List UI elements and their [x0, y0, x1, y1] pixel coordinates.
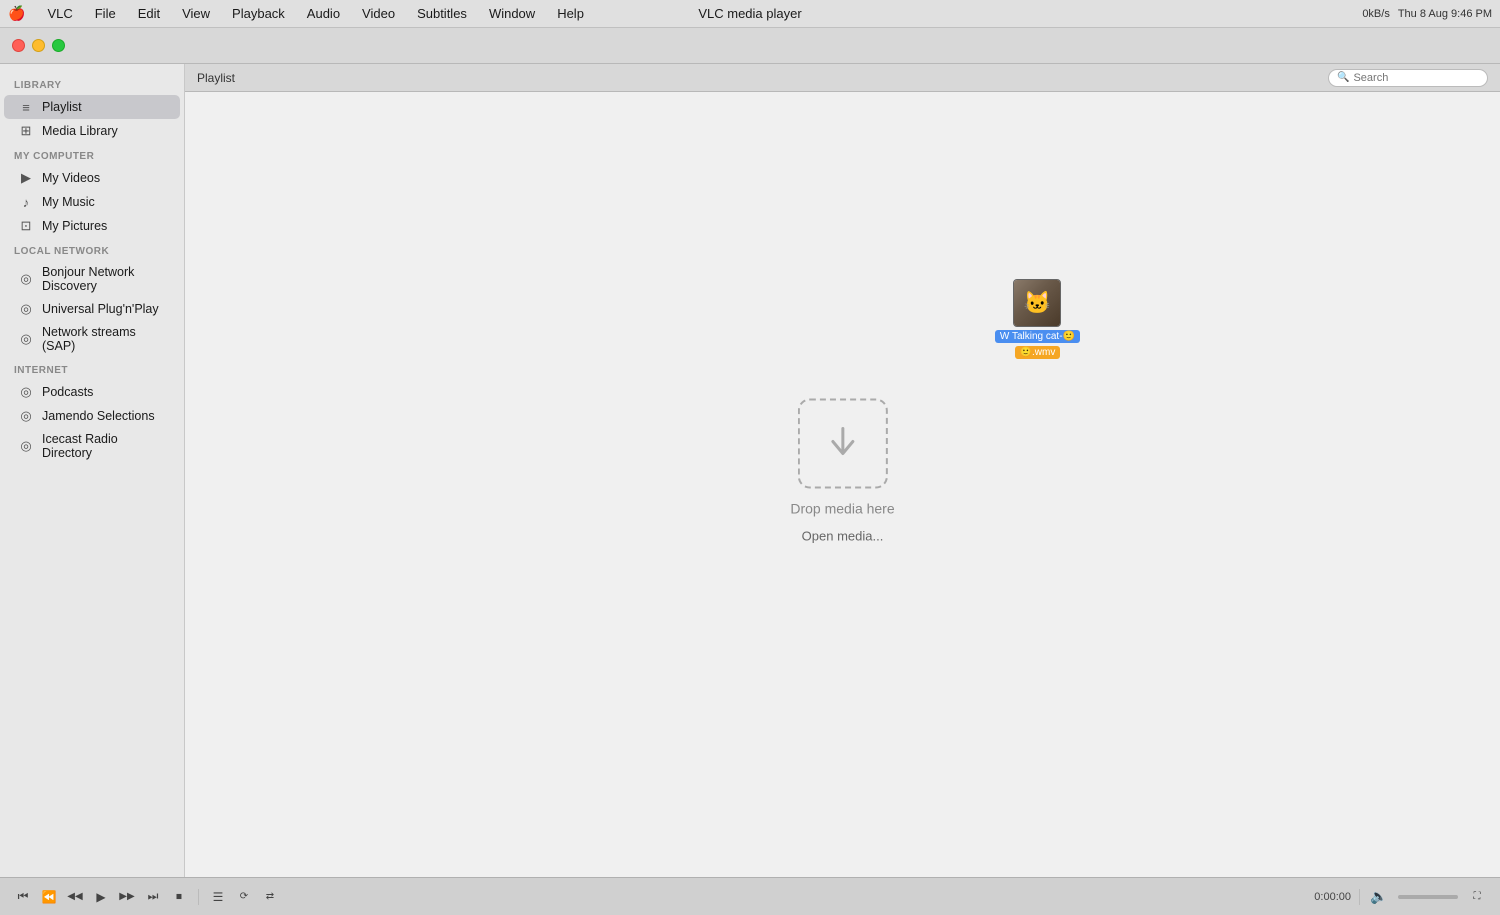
menu-audio[interactable]: Audio: [303, 4, 344, 23]
sidebar-item-jamendo[interactable]: ◎ Jamendo Selections: [4, 404, 180, 428]
local-network-section-label: LOCAL NETWORK: [0, 238, 184, 261]
sidebar-label-upnp: Universal Plug'n'Play: [42, 302, 159, 316]
media-library-icon: ⊞: [18, 123, 34, 139]
drop-arrow-icon: [823, 423, 863, 463]
playlist-icon: ≡: [18, 99, 34, 115]
close-button[interactable]: [12, 39, 25, 52]
menu-subtitles[interactable]: Subtitles: [413, 4, 471, 23]
menu-window[interactable]: Window: [485, 4, 539, 23]
loop-button[interactable]: ⟳: [233, 886, 255, 908]
time-display: 0:00:00: [1314, 891, 1351, 903]
dragged-file[interactable]: 🐱 W Talking cat-🙂 🙂.wmv: [995, 279, 1080, 359]
sidebar-label-sap: Network streams (SAP): [42, 325, 166, 353]
traffic-lights: [12, 39, 65, 52]
file-ext-label: 🙂.wmv: [1015, 346, 1061, 359]
skip-back-button[interactable]: ⏮: [12, 886, 34, 908]
rewind-button[interactable]: ⏪: [38, 886, 60, 908]
control-bar: ⏮ ⏪ ◀◀ ▶ ▶▶ ⏭ ⏹ ☰ ⟳ ⇄ 0:00:00 🔈 ⛶: [0, 877, 1500, 915]
file-thumbnail: 🐱: [1013, 279, 1061, 327]
volume-icon[interactable]: 🔈: [1368, 886, 1390, 908]
menu-video[interactable]: Video: [358, 4, 399, 23]
menu-view[interactable]: View: [178, 4, 214, 23]
play-button[interactable]: ▶: [90, 886, 112, 908]
fullscreen-button[interactable]: ⛶: [1466, 886, 1488, 908]
icecast-icon: ◎: [18, 438, 34, 454]
divider-2: [1359, 889, 1360, 905]
my-music-icon: ♪: [18, 194, 34, 210]
minimize-button[interactable]: [32, 39, 45, 52]
sidebar-item-sap[interactable]: ◎ Network streams (SAP): [4, 321, 180, 357]
menu-help[interactable]: Help: [553, 4, 588, 23]
sidebar-item-my-music[interactable]: ♪ My Music: [4, 190, 180, 214]
sidebar-item-bonjour[interactable]: ◎ Bonjour Network Discovery: [4, 261, 180, 297]
sidebar-label-icecast: Icecast Radio Directory: [42, 432, 166, 460]
prev-button[interactable]: ◀◀: [64, 886, 86, 908]
upnp-icon: ◎: [18, 301, 34, 317]
maximize-button[interactable]: [52, 39, 65, 52]
shuffle-button[interactable]: ⇄: [259, 886, 281, 908]
menu-bar-right: 0kB/s Thu 8 Aug 9:46 PM: [1362, 8, 1492, 20]
skip-forward-button[interactable]: ⏭: [142, 886, 164, 908]
network-speed: 0kB/s: [1362, 8, 1390, 20]
my-pictures-icon: ⊡: [18, 218, 34, 234]
stop-button[interactable]: ⏹: [168, 886, 190, 908]
sidebar-label-playlist: Playlist: [42, 100, 82, 114]
divider-1: [198, 889, 199, 905]
jamendo-icon: ◎: [18, 408, 34, 424]
internet-section-label: INTERNET: [0, 357, 184, 380]
sidebar-label-my-videos: My Videos: [42, 171, 100, 185]
sidebar-item-playlist[interactable]: ≡ Playlist: [4, 95, 180, 119]
main-layout: LIBRARY ≡ Playlist ⊞ Media Library MY CO…: [0, 64, 1500, 877]
content-area: Playlist 🔍 Drop media here Open media...…: [185, 64, 1500, 877]
sidebar: LIBRARY ≡ Playlist ⊞ Media Library MY CO…: [0, 64, 185, 877]
sap-icon: ◎: [18, 331, 34, 347]
search-box[interactable]: 🔍: [1328, 69, 1488, 87]
sidebar-item-upnp[interactable]: ◎ Universal Plug'n'Play: [4, 297, 180, 321]
library-section-label: LIBRARY: [0, 72, 184, 95]
sidebar-label-bonjour: Bonjour Network Discovery: [42, 265, 166, 293]
podcasts-icon: ◎: [18, 384, 34, 400]
sidebar-item-my-videos[interactable]: ▶ My Videos: [4, 166, 180, 190]
clock: Thu 8 Aug 9:46 PM: [1398, 8, 1492, 20]
sidebar-item-media-library[interactable]: ⊞ Media Library: [4, 119, 180, 143]
window-title: VLC media player: [698, 6, 801, 21]
drop-zone[interactable]: Drop media here Open media...: [790, 398, 894, 543]
bonjour-icon: ◎: [18, 271, 34, 287]
menu-vlc[interactable]: VLC: [43, 4, 76, 23]
sidebar-item-my-pictures[interactable]: ⊡ My Pictures: [4, 214, 180, 238]
menu-playback[interactable]: Playback: [228, 4, 289, 23]
menu-bar: 🍎 VLC File Edit View Playback Audio Vide…: [0, 0, 1500, 28]
sidebar-label-my-music: My Music: [42, 195, 95, 209]
menu-items: 🍎 VLC File Edit View Playback Audio Vide…: [8, 4, 588, 23]
drop-icon-container: [798, 398, 888, 488]
apple-menu[interactable]: 🍎: [8, 5, 25, 22]
sidebar-label-jamendo: Jamendo Selections: [42, 409, 155, 423]
sidebar-item-icecast[interactable]: ◎ Icecast Radio Directory: [4, 428, 180, 464]
search-input[interactable]: [1353, 72, 1473, 84]
next-button[interactable]: ▶▶: [116, 886, 138, 908]
file-label: W Talking cat-🙂: [995, 330, 1080, 343]
playlist-header: Playlist 🔍: [185, 64, 1500, 92]
playlist-toggle-button[interactable]: ☰: [207, 886, 229, 908]
title-bar: [0, 28, 1500, 64]
volume-slider[interactable]: [1398, 895, 1458, 899]
sidebar-label-media-library: Media Library: [42, 124, 118, 138]
menu-edit[interactable]: Edit: [134, 4, 164, 23]
cat-thumbnail-image: 🐱: [1014, 280, 1060, 326]
sidebar-item-podcasts[interactable]: ◎ Podcasts: [4, 380, 180, 404]
my-computer-section-label: MY COMPUTER: [0, 143, 184, 166]
drop-media-text: Drop media here: [790, 500, 894, 516]
search-icon: 🔍: [1337, 72, 1349, 83]
my-videos-icon: ▶: [18, 170, 34, 186]
open-media-link[interactable]: Open media...: [802, 528, 884, 543]
menu-file[interactable]: File: [91, 4, 120, 23]
sidebar-label-podcasts: Podcasts: [42, 385, 93, 399]
playlist-title: Playlist: [197, 71, 235, 85]
sidebar-label-my-pictures: My Pictures: [42, 219, 107, 233]
